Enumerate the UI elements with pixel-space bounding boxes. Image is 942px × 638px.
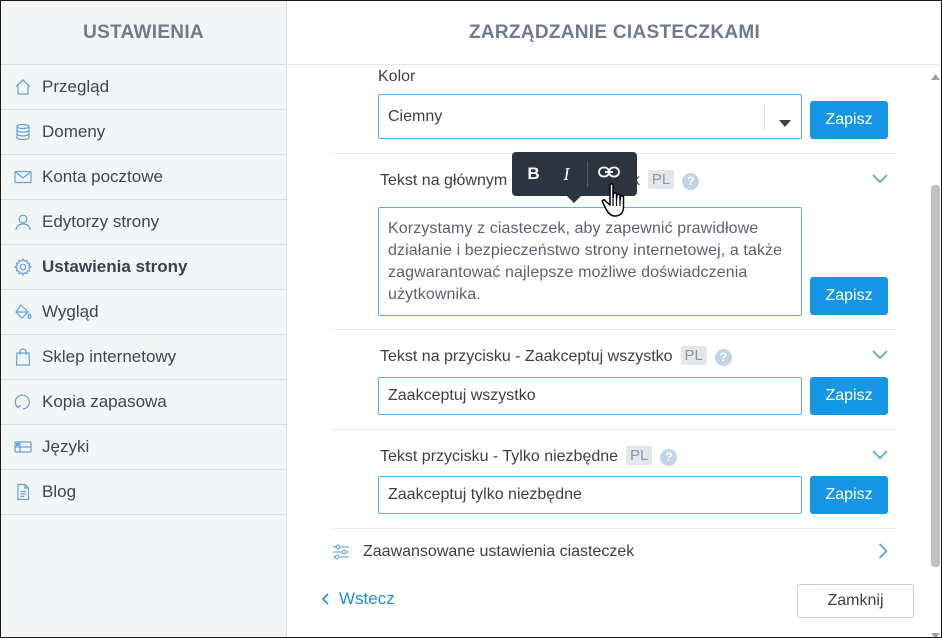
color-select[interactable]: Ciemny	[378, 94, 802, 139]
accept-all-input-value: Zaakceptuj wszystko	[388, 387, 536, 404]
sidebar-item-label: Blog	[42, 482, 77, 501]
sidebar-item-label: Sklep internetowy	[42, 347, 177, 366]
close-button[interactable]: Zamknij	[797, 584, 914, 618]
section-divider	[333, 429, 896, 430]
accept-all-input[interactable]: Zaakceptuj wszystko	[378, 377, 802, 415]
sidebar-item-overview[interactable]: Przegląd	[1, 65, 286, 110]
gear-icon	[13, 257, 33, 277]
document-icon	[13, 482, 33, 502]
back-link[interactable]: Wstecz	[322, 589, 395, 609]
chevron-down-icon[interactable]	[872, 171, 888, 184]
save-accept-all-button[interactable]: Zapisz	[810, 377, 888, 415]
sidebar-item-label: Kopia zapasowa	[42, 392, 167, 411]
sliders-icon	[332, 544, 350, 560]
caret-down-icon	[779, 114, 791, 132]
help-icon[interactable]: ?	[660, 448, 678, 466]
scrollbar-thumb[interactable]	[931, 185, 940, 567]
sidebar-item-label: Domeny	[42, 122, 106, 141]
language-badge: PL	[680, 346, 707, 365]
section-divider	[333, 528, 896, 529]
chevron-down-icon[interactable]	[872, 447, 888, 460]
color-label: Kolor	[378, 68, 416, 85]
advanced-settings-label: Zaawansowane ustawienia ciasteczek	[363, 543, 635, 560]
bold-button[interactable]: B	[517, 152, 550, 196]
sidebar-item-label: Konta pocztowe	[42, 167, 163, 186]
hand-cursor-icon	[601, 182, 635, 223]
select-divider	[764, 104, 765, 130]
sidebar-item-backup[interactable]: Kopia zapasowa	[1, 380, 286, 425]
shopping-bag-icon	[13, 347, 33, 367]
sidebar-item-label: Wygląd	[42, 302, 99, 321]
necessary-only-label-text: Tekst przycisku - Tylko niezbędne	[380, 448, 619, 465]
main-text-textarea[interactable]: Korzystamy z ciasteczek, aby zapewnić pr…	[378, 207, 802, 316]
sidebar-item-label: Języki	[42, 437, 90, 456]
color-select-value: Ciemny	[388, 107, 443, 125]
necessary-only-input-value: Zaakceptuj tylko niezbędne	[388, 486, 582, 503]
backup-icon	[13, 392, 33, 412]
toolbar-divider	[587, 161, 588, 187]
necessary-only-input[interactable]: Zaakceptuj tylko niezbędne	[378, 476, 802, 514]
sidebar-item-online-shop[interactable]: Sklep internetowy	[1, 335, 286, 380]
scroll-down-arrow[interactable]	[931, 626, 940, 637]
italic-button[interactable]: I	[550, 152, 583, 196]
sidebar-item-blog[interactable]: Blog	[1, 470, 286, 515]
sidebar-item-site-editors[interactable]: Edytorzy strony	[1, 200, 286, 245]
sidebar-item-label: Przegląd	[42, 77, 110, 96]
language-badge: PL	[626, 446, 653, 465]
page-title: ZARZĄDZANIE CIASTECZKAMI	[288, 1, 941, 65]
sidebar-title: USTAWIENIA	[1, 1, 286, 65]
chevron-left-icon	[322, 593, 329, 605]
save-color-button[interactable]: Zapisz	[810, 101, 888, 139]
flag-icon	[13, 437, 33, 457]
language-badge: PL	[647, 170, 675, 189]
necessary-only-label: Tekst przycisku - Tylko niezbędne PL?	[380, 446, 678, 466]
save-main-text-button[interactable]: Zapisz	[810, 277, 888, 315]
sidebar-item-site-settings[interactable]: Ustawienia strony	[1, 245, 286, 290]
sidebar-item-label: Edytorzy strony	[42, 212, 160, 231]
settings-scroll-area[interactable]: Kolor Ciemny Zapisz Tekst na głównymcias…	[288, 65, 941, 637]
chevron-down-icon[interactable]	[872, 347, 888, 360]
chevron-right-icon	[878, 543, 888, 564]
sidebar-item-languages[interactable]: Języki	[1, 425, 286, 470]
user-icon	[13, 212, 33, 232]
sidebar-item-domains[interactable]: Domeny	[1, 110, 286, 155]
link-icon	[597, 165, 620, 183]
app-window: USTAWIENIA Przegląd Domeny Konta pocztow…	[1, 1, 941, 637]
paint-bucket-icon	[13, 302, 33, 322]
back-link-label: Wstecz	[339, 589, 395, 608]
bold-label: B	[527, 164, 540, 183]
section-divider	[333, 329, 896, 330]
italic-label: I	[563, 163, 570, 184]
toolbar-pointer	[567, 196, 581, 203]
main-text-label-start: Tekst na głównym	[380, 172, 508, 189]
help-icon[interactable]: ?	[682, 172, 700, 190]
sidebar-item-appearance[interactable]: Wygląd	[1, 290, 286, 335]
sidebar-item-mail-accounts[interactable]: Konta pocztowe	[1, 155, 286, 200]
home-icon	[13, 77, 33, 97]
sidebar-item-label: Ustawienia strony	[42, 257, 188, 276]
help-icon[interactable]: ?	[714, 348, 732, 366]
accept-all-label-text: Tekst na przycisku - Zaakceptuj wszystko	[380, 348, 673, 365]
save-necessary-only-button[interactable]: Zapisz	[810, 476, 888, 514]
main-panel: ZARZĄDZANIE CIASTECZKAMI Kolor Ciemny Za…	[288, 1, 941, 637]
advanced-settings-row[interactable]: Zaawansowane ustawienia ciasteczek	[332, 539, 888, 565]
accept-all-label: Tekst na przycisku - Zaakceptuj wszystko…	[380, 346, 732, 366]
scroll-up-arrow[interactable]	[931, 67, 940, 80]
database-icon	[13, 122, 33, 142]
envelope-icon	[13, 167, 33, 187]
sidebar: USTAWIENIA Przegląd Domeny Konta pocztow…	[1, 1, 287, 637]
